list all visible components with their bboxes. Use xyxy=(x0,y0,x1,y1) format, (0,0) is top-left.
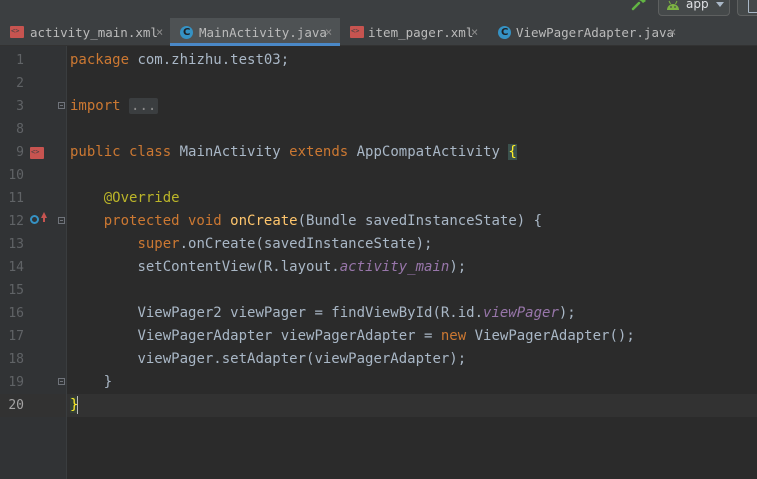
code-line-9[interactable]: public class MainActivity extends AppCom… xyxy=(70,141,517,164)
text-caret xyxy=(77,396,78,414)
close-icon[interactable]: × xyxy=(669,25,676,39)
line-number: 15 xyxy=(8,283,24,298)
override-method-icon[interactable] xyxy=(30,215,39,224)
fold-toggle-icon[interactable] xyxy=(58,102,65,109)
xml-file-icon xyxy=(350,26,364,38)
code-line-13[interactable]: super.onCreate(savedInstanceState); xyxy=(70,233,432,256)
device-icon xyxy=(748,0,757,13)
code-line-16[interactable]: ViewPager2 viewPager = findViewById(R.id… xyxy=(70,302,576,325)
run-configuration-label: app xyxy=(686,0,709,11)
fold-toggle-icon[interactable] xyxy=(58,217,65,224)
code-text: ViewPager2 viewPager = findViewById(R.id… xyxy=(137,305,484,321)
line-number: 3 xyxy=(16,99,24,114)
line-number: 2 xyxy=(16,76,24,91)
keyword: import xyxy=(70,98,121,114)
related-xml-file-icon[interactable] xyxy=(30,147,44,159)
top-toolbar: app xyxy=(0,0,757,18)
line-number: 14 xyxy=(8,260,24,275)
code-text: ViewPagerAdapter viewPagerAdapter = xyxy=(137,328,441,344)
code-line-14[interactable]: setContentView(R.layout.activity_main); xyxy=(70,256,466,279)
device-selector-button[interactable] xyxy=(737,0,757,16)
code-line-12[interactable]: protected void onCreate(Bundle savedInst… xyxy=(70,210,542,233)
code-text: com.zhizhu.test03; xyxy=(129,52,290,68)
code-line-3[interactable]: import ... xyxy=(70,95,159,118)
android-icon xyxy=(667,0,679,10)
line-number: 13 xyxy=(8,237,24,252)
code-line-17[interactable]: ViewPagerAdapter viewPagerAdapter = new … xyxy=(70,325,635,348)
xml-file-icon xyxy=(10,26,24,38)
code-text: .onCreate(savedInstanceState); xyxy=(179,236,433,252)
tab-label: MainActivity.java xyxy=(199,25,327,40)
code-text: } xyxy=(103,374,113,390)
tab-viewpager-adapter-java[interactable]: ViewPagerAdapter.java × xyxy=(488,18,688,46)
code-line-1[interactable]: package com.zhizhu.test03; xyxy=(70,49,289,72)
code-text: ViewPagerAdapter(); xyxy=(466,328,635,344)
java-class-icon xyxy=(498,26,511,39)
tab-label: item_pager.xml xyxy=(368,25,474,40)
close-icon[interactable]: × xyxy=(471,25,478,39)
line-number: 17 xyxy=(8,329,24,344)
close-icon[interactable]: × xyxy=(325,25,332,39)
line-number: 16 xyxy=(8,306,24,321)
code-text: ); xyxy=(558,305,576,321)
line-number: 9 xyxy=(16,145,24,160)
code-text: setContentView(R.layout. xyxy=(137,259,340,275)
line-number: 12 xyxy=(8,214,24,229)
line-number: 10 xyxy=(8,168,24,183)
arrow-up-stem xyxy=(43,217,45,222)
chevron-down-icon xyxy=(716,2,724,7)
tab-item-pager-xml[interactable]: item_pager.xml × xyxy=(340,18,488,46)
tab-activity-main-xml[interactable]: activity_main.xml × xyxy=(0,18,170,46)
fold-toggle-icon[interactable] xyxy=(58,378,65,385)
code-text: viewPager.setAdapter(viewPagerAdapter); xyxy=(137,351,467,367)
class-name: MainActivity xyxy=(171,144,290,160)
code-text: (Bundle savedInstanceState) { xyxy=(297,213,543,229)
method-name: onCreate xyxy=(230,213,298,229)
code-line-11[interactable]: @Override xyxy=(70,187,180,210)
run-configuration-selector[interactable]: app xyxy=(658,0,730,16)
field-reference: activity_main xyxy=(339,259,450,275)
close-icon[interactable]: × xyxy=(156,25,163,39)
matched-brace: { xyxy=(508,144,517,160)
hammer-icon[interactable] xyxy=(630,0,648,14)
line-number-current: 20 xyxy=(8,398,24,413)
keyword: new xyxy=(440,328,467,344)
tab-main-activity-java[interactable]: MainActivity.java × xyxy=(170,18,340,46)
code-text: AppCompatActivity xyxy=(348,144,509,160)
folded-imports[interactable]: ... xyxy=(129,98,159,114)
keyword: public class xyxy=(70,144,172,160)
tab-label: activity_main.xml xyxy=(30,25,158,40)
line-number: 18 xyxy=(8,352,24,367)
keyword: super xyxy=(137,236,180,252)
annotation: @Override xyxy=(103,190,180,206)
gutter-separator xyxy=(66,46,67,479)
field-reference: viewPager xyxy=(483,305,559,321)
code-line-18[interactable]: viewPager.setAdapter(viewPagerAdapter); xyxy=(70,348,466,371)
current-line-highlight xyxy=(0,394,757,417)
line-number: 11 xyxy=(8,191,24,206)
line-number: 19 xyxy=(8,375,24,390)
code-line-19[interactable]: } xyxy=(70,371,112,394)
keyword: protected void xyxy=(103,213,222,229)
tab-label: ViewPagerAdapter.java xyxy=(516,25,675,40)
line-number: 8 xyxy=(16,122,24,137)
line-number: 1 xyxy=(16,53,24,68)
code-text: ); xyxy=(449,259,467,275)
keyword: package xyxy=(70,52,130,68)
editor-tab-bar: activity_main.xml × MainActivity.java × … xyxy=(0,18,757,46)
java-class-icon xyxy=(180,26,193,39)
keyword: extends xyxy=(289,144,349,160)
